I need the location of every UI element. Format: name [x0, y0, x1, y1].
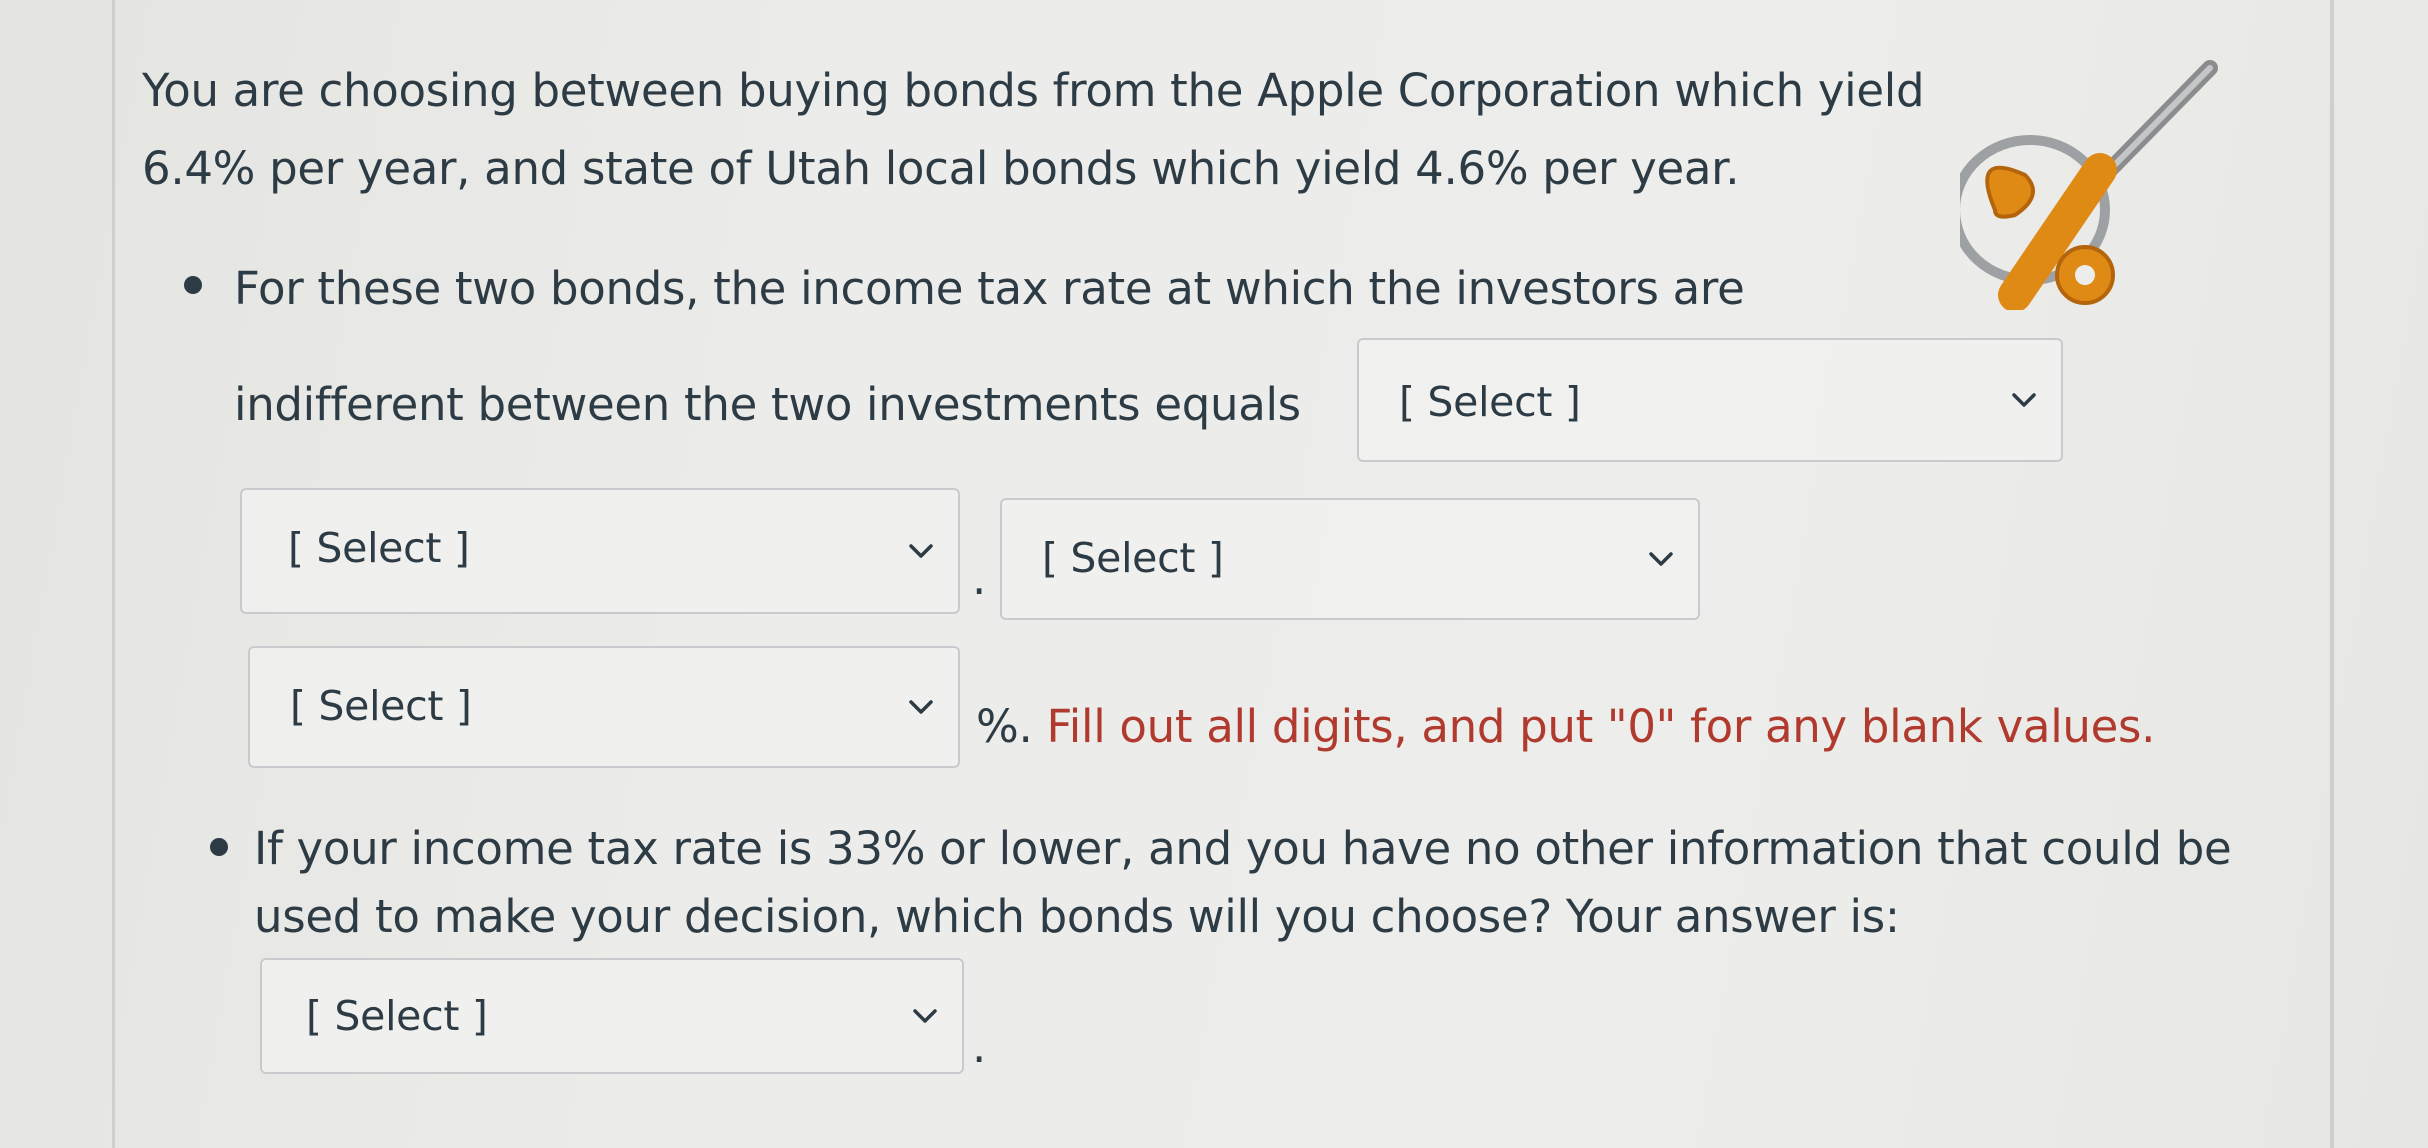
chevron-down-icon — [913, 1009, 937, 1023]
select-label: [ Select ] — [290, 682, 472, 730]
bullet1-line1: For these two bonds, the income tax rate… — [234, 262, 1745, 315]
bullet2-line2: used to make your decision, which bonds … — [254, 890, 1900, 943]
decimal-separator: . — [972, 552, 987, 605]
chevron-down-icon — [909, 700, 933, 714]
bond-choice-select[interactable]: [ Select ] — [260, 958, 964, 1074]
tax-rate-select-1[interactable]: [ Select ] — [1357, 338, 2063, 462]
content-frame-left-border — [112, 0, 115, 1148]
chevron-down-icon — [1649, 552, 1673, 566]
bullet2-line1: If your income tax rate is 33% or lower,… — [254, 822, 2232, 875]
bullet-point — [210, 838, 228, 856]
select-label: [ Select ] — [306, 992, 488, 1040]
chevron-down-icon — [2012, 393, 2036, 407]
tax-rate-select-4[interactable]: [ Select ] — [248, 646, 960, 768]
percent-sign: %. — [976, 700, 1033, 753]
tax-rate-select-2[interactable]: [ Select ] — [240, 488, 960, 614]
select-label: [ Select ] — [1399, 378, 1581, 426]
answer-trailing-dot: . — [972, 1020, 987, 1073]
select-label: [ Select ] — [1042, 534, 1224, 582]
question-intro: You are choosing between buying bonds fr… — [142, 64, 1925, 195]
chevron-down-icon — [909, 544, 933, 558]
content-frame-right-border — [2330, 0, 2334, 1148]
percent-magnifier-icon — [1960, 60, 2218, 310]
percent-instruction: %. Fill out all digits, and put "0" for … — [976, 700, 2155, 753]
bullet-point — [184, 276, 202, 294]
tax-rate-select-3[interactable]: [ Select ] — [1000, 498, 1700, 620]
bullet1-line2: indifferent between the two investments … — [234, 378, 1301, 431]
select-label: [ Select ] — [288, 524, 470, 572]
fill-digits-instruction: Fill out all digits, and put "0" for any… — [1046, 700, 2156, 753]
